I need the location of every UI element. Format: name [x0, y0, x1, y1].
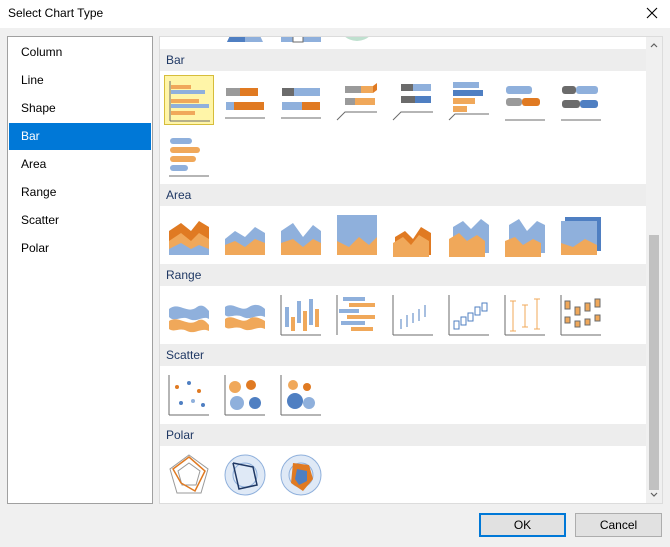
window-title: Select Chart Type [8, 6, 104, 20]
chart-category-list[interactable]: Column Line Shape Bar Area Range Scatter… [7, 36, 153, 504]
bubble-icon[interactable] [220, 370, 270, 420]
box-plot-icon[interactable] [556, 290, 606, 340]
bar-cylinder-stacked-icon[interactable] [556, 75, 606, 125]
category-bar[interactable]: Bar [9, 123, 151, 150]
area-full-icon[interactable] [332, 210, 382, 260]
category-scatter[interactable]: Scatter [9, 207, 151, 234]
bar-stacked-100-icon[interactable] [276, 75, 326, 125]
ok-button[interactable]: OK [479, 513, 566, 537]
category-column[interactable]: Column [9, 39, 151, 66]
area-3d-stacked-icon[interactable] [444, 210, 494, 260]
area-icon[interactable] [164, 210, 214, 260]
group-title-scatter: Scatter [166, 348, 205, 362]
scroll-thumb[interactable] [649, 235, 659, 490]
title-bar: Select Chart Type [0, 0, 670, 28]
close-icon [646, 7, 658, 19]
group-header-scatter: Scatter [160, 344, 647, 366]
bar-3d-clustered-icon[interactable] [332, 75, 382, 125]
category-range[interactable]: Range [9, 179, 151, 206]
stock-hlc-icon[interactable] [388, 290, 438, 340]
bar-cylinder-clustered-icon[interactable] [500, 75, 550, 125]
group-header-bar: Bar [160, 49, 647, 71]
bar-stacked-icon[interactable] [220, 75, 270, 125]
close-button[interactable] [640, 2, 664, 24]
area-stacked-icon[interactable] [220, 210, 270, 260]
area-stacked-100-icon[interactable] [276, 210, 326, 260]
bar-3d-stacked-100-icon[interactable] [444, 75, 494, 125]
range-bar-icon[interactable] [332, 290, 382, 340]
group-title-area: Area [166, 188, 192, 202]
polar-line-icon[interactable] [220, 450, 270, 500]
group-title-bar: Bar [166, 53, 185, 67]
category-area[interactable]: Area [9, 151, 151, 178]
cancel-button[interactable]: Cancel [575, 513, 662, 537]
area-3d-stacked-100-icon[interactable] [500, 210, 550, 260]
category-shape[interactable]: Shape [9, 95, 151, 122]
category-line[interactable]: Line [9, 67, 151, 94]
chevron-up-icon [650, 43, 658, 48]
range-column-icon[interactable] [276, 290, 326, 340]
radar-line-icon[interactable] [164, 450, 214, 500]
range-spline-area-icon[interactable] [220, 290, 270, 340]
area-3d-full-icon[interactable] [556, 210, 606, 260]
scroll-up-button[interactable] [646, 37, 662, 53]
gallery-scrollbar[interactable] [646, 37, 662, 503]
bar-3d-stacked-icon[interactable] [388, 75, 438, 125]
chevron-down-icon [650, 492, 658, 497]
group-title-range: Range [166, 268, 202, 282]
area-3d-icon[interactable] [388, 210, 438, 260]
group-header-area: Area [160, 184, 647, 206]
bar-cylinder-stacked-100-icon[interactable] [164, 131, 214, 181]
bar-clustered-icon[interactable] [164, 75, 214, 125]
range-area-icon[interactable] [164, 290, 214, 340]
chart-gallery[interactable]: Bar Area Range Scatter Polar [159, 36, 663, 504]
shape-funnel-icon[interactable] [276, 37, 326, 47]
group-header-range: Range [160, 264, 647, 286]
shape-pyramid-icon[interactable] [220, 37, 270, 47]
error-bar-icon[interactable] [500, 290, 550, 340]
bubble-3d-icon[interactable] [276, 370, 326, 420]
group-title-polar: Polar [166, 428, 195, 442]
scatter-point-icon[interactable] [164, 370, 214, 420]
stock-candlestick-icon[interactable] [444, 290, 494, 340]
shape-doughnut-icon[interactable] [332, 37, 382, 47]
category-polar[interactable]: Polar [9, 235, 151, 262]
scroll-down-button[interactable] [646, 487, 662, 503]
group-header-polar: Polar [160, 424, 647, 446]
polar-area-icon[interactable] [276, 450, 326, 500]
